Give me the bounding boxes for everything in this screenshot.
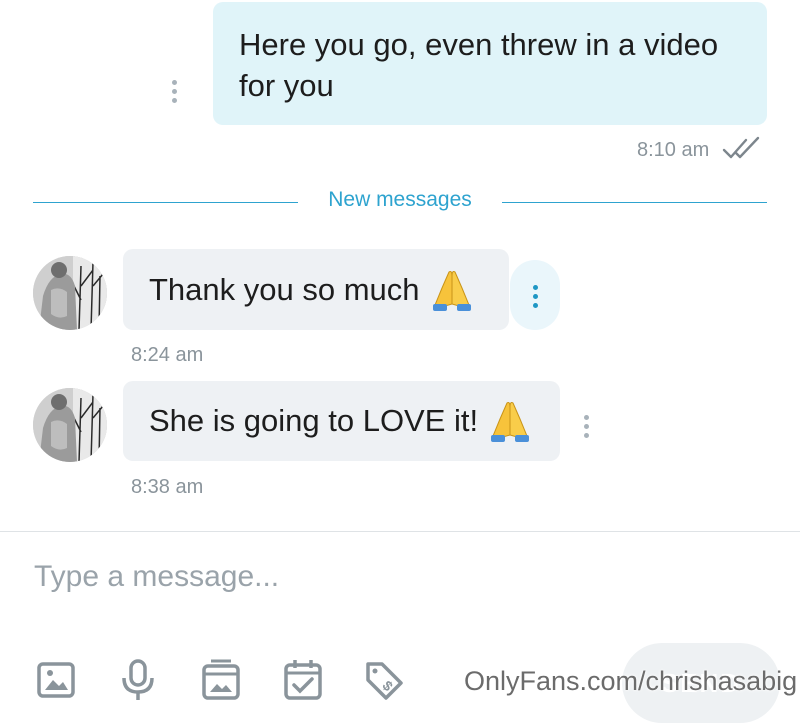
dot (583, 415, 589, 420)
message-timestamp: 8:38 am (131, 476, 204, 498)
microphone-icon[interactable] (118, 658, 158, 702)
divider-line (33, 202, 298, 203)
folded-hands-icon (432, 270, 471, 311)
dot (583, 433, 589, 438)
dot (171, 89, 177, 94)
message-input[interactable]: Type a message... (34, 560, 279, 594)
outgoing-message-bubble[interactable]: Here you go, even threw in a video for y… (213, 2, 767, 125)
avatar-image (33, 256, 107, 330)
dot (532, 285, 538, 290)
new-messages-divider: New messages (328, 188, 472, 211)
dot (532, 294, 538, 299)
dot (583, 424, 589, 429)
divider-line (502, 202, 767, 203)
dot (171, 98, 177, 103)
calendar-check-icon[interactable] (283, 658, 323, 702)
incoming-message-bubble[interactable]: Thank you so much (123, 249, 509, 330)
watermark-text: OnlyFans.com/chrishasabig (464, 666, 798, 696)
price-tag-icon[interactable]: $ (364, 658, 404, 702)
avatar[interactable] (33, 388, 107, 462)
image-icon[interactable] (36, 658, 76, 702)
message-timestamp: 8:24 am (131, 344, 204, 366)
message-options-button[interactable] (171, 80, 177, 103)
message-text: She is going to LOVE it! (149, 403, 479, 438)
composer-divider (0, 531, 800, 532)
avatar[interactable] (33, 256, 107, 330)
incoming-message-bubble[interactable]: She is going to LOVE it! (123, 381, 560, 461)
media-vault-icon[interactable] (201, 658, 241, 702)
message-options-button[interactable] (510, 260, 560, 330)
folded-hands-icon (491, 402, 530, 442)
message-timestamp: 8:10 am (637, 139, 710, 161)
message-text: Here you go, even threw in a video for y… (239, 27, 719, 103)
message-options-button[interactable] (583, 415, 589, 438)
message-text: Thank you so much (149, 271, 420, 307)
avatar-image (33, 388, 107, 462)
double-check-icon (722, 136, 760, 159)
dot (532, 303, 538, 308)
dot (171, 80, 177, 85)
